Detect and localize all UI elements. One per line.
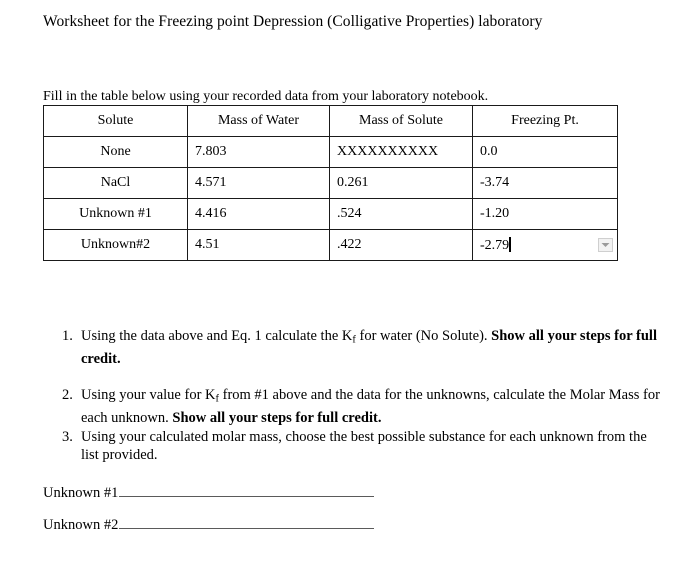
cell-solute[interactable]: Unknown#2 [43,229,188,261]
task-text-before: Using your value for K [81,387,216,404]
cell-mass-of-solute[interactable]: XXXXXXXXXX [329,136,473,168]
task-number: 3. [62,428,73,445]
answer-label: Unknown #2 [43,517,119,533]
answer-label: Unknown #1 [43,485,119,501]
cell-freezing-point-value: -2.79 [480,237,510,253]
cell-freezing-point[interactable]: -3.74 [472,167,618,199]
task-number: 2. [62,387,73,404]
task-list: 1. Using the data above and Eq. 1 calcul… [62,327,662,465]
cell-solute[interactable]: Unknown #1 [43,198,188,230]
task-item-2: 2. Using your value for Kf from #1 above… [62,386,662,427]
cell-mass-of-solute[interactable]: .422 [329,229,473,261]
answer-blank-input[interactable] [119,518,375,529]
task-item-3: 3. Using your calculated molar mass, cho… [62,428,662,465]
cell-mass-of-solute[interactable]: 0.261 [329,167,473,199]
cell-freezing-point-editing[interactable]: -2.79 [472,229,618,261]
answer-line-unknown-2: Unknown #2 [43,516,375,534]
cell-solute[interactable]: None [43,136,188,168]
column-header-mass-of-water: Mass of Water [187,105,330,137]
task-bold-text: Show all your steps for full credit. [172,410,382,427]
cell-mass-of-water[interactable]: 4.416 [187,198,330,230]
instruction-text: Fill in the table below using your recor… [43,89,489,104]
task-text: Using the data above and Eq. 1 calculate… [81,327,662,368]
task-text: Using your calculated molar mass, choose… [81,428,662,465]
table-header-row: Solute Mass of Water Mass of Solute Free… [43,105,618,137]
table-row: None 7.803 XXXXXXXXXX 0.0 [43,136,618,168]
column-header-solute: Solute [43,105,188,137]
answer-blank-input[interactable] [119,486,375,497]
cell-mass-of-water[interactable]: 4.51 [187,229,330,261]
column-header-mass-of-solute: Mass of Solute [329,105,473,137]
table-row: NaCl 4.571 0.261 -3.74 [43,167,618,199]
task-text-before: Using your calculated molar mass, choose… [81,428,647,464]
task-text-before: Using the data above and Eq. 1 calculate… [81,328,353,344]
cell-freezing-point[interactable]: -1.20 [472,198,618,230]
page-title: Worksheet for the Freezing point Depress… [43,13,543,30]
column-header-freezing-point: Freezing Pt. [472,105,618,137]
cell-freezing-point[interactable]: 0.0 [472,136,618,168]
data-table: Solute Mass of Water Mass of Solute Free… [43,105,618,261]
worksheet-page: Worksheet for the Freezing point Depress… [0,0,700,561]
text-caret [509,236,511,252]
answer-line-unknown-1: Unknown #1 [43,484,375,502]
cell-mass-of-water[interactable]: 4.571 [187,167,330,199]
cell-mass-of-water[interactable]: 7.803 [187,136,330,168]
cell-solute[interactable]: NaCl [43,167,188,199]
table-row: Unknown#2 4.51 .422 -2.79 [43,229,618,261]
chevron-down-icon[interactable] [598,238,613,252]
task-number: 1. [62,328,73,344]
task-item-1: 1. Using the data above and Eq. 1 calcul… [62,327,662,368]
table-row: Unknown #1 4.416 .524 -1.20 [43,198,618,230]
task-text-middle: for water (No Solute). [355,328,492,344]
cell-mass-of-solute[interactable]: .524 [329,198,473,230]
task-text: Using your value for Kf from #1 above an… [81,386,662,427]
